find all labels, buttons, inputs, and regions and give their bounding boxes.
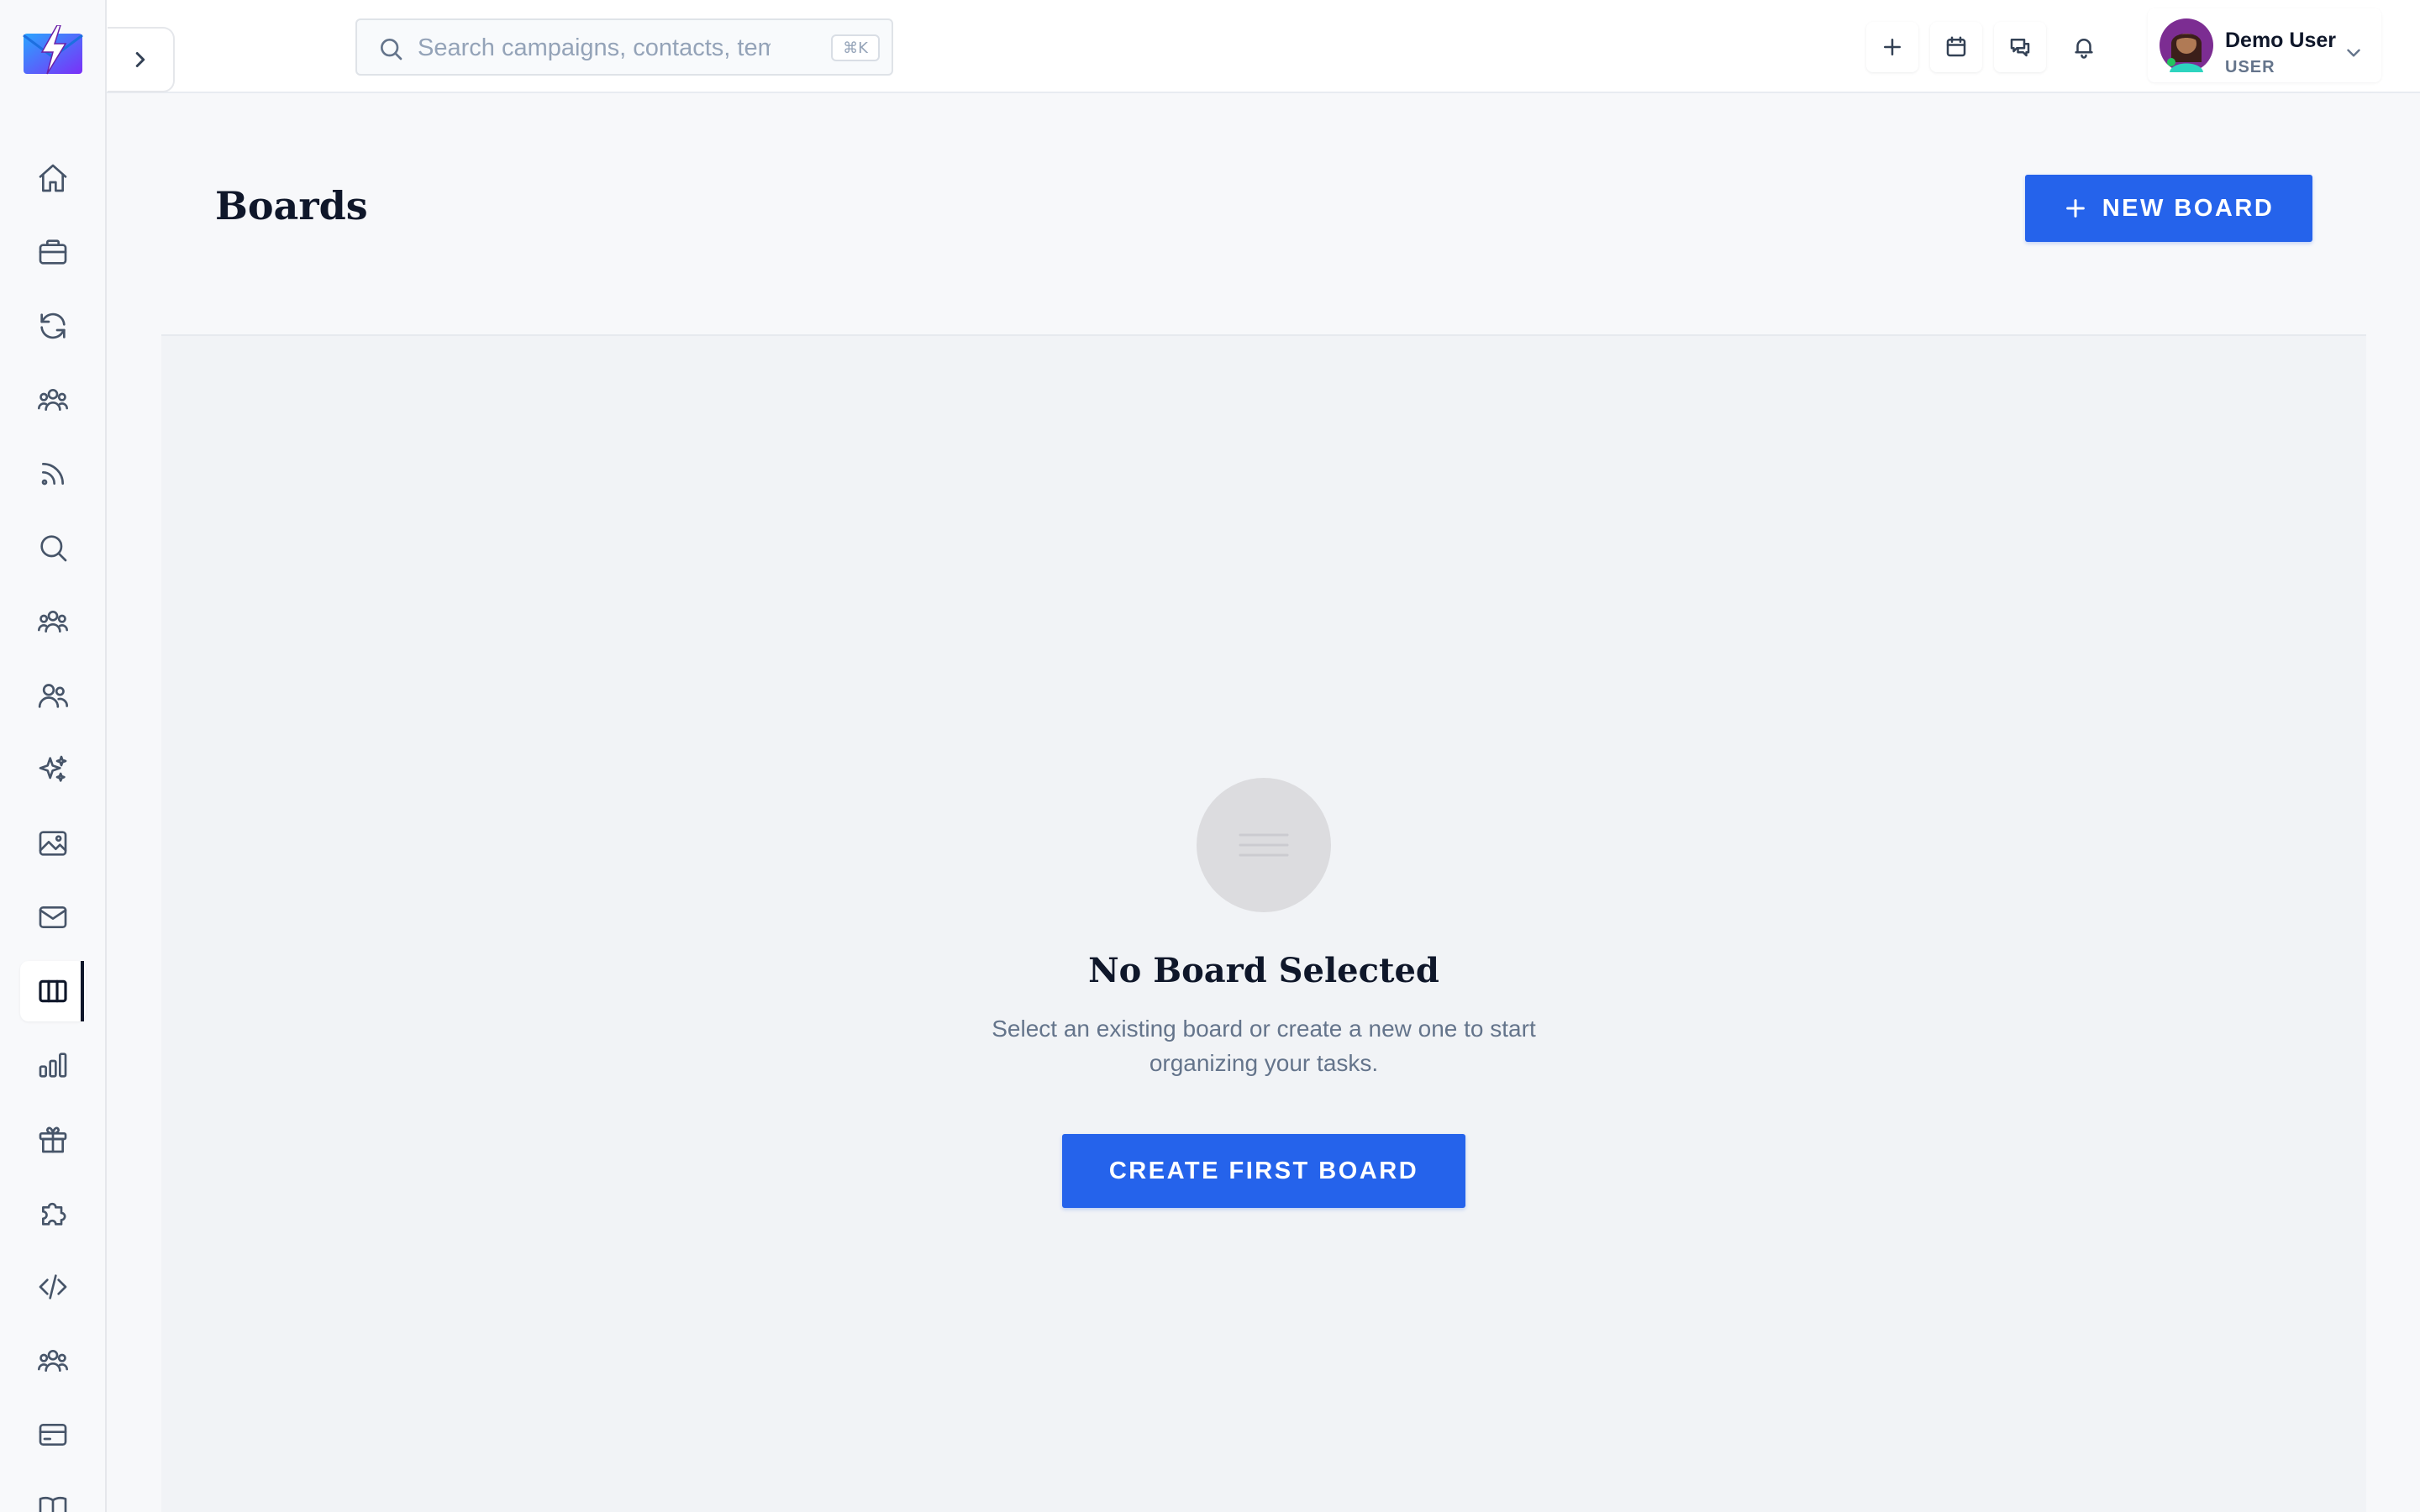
user-name: Demo User xyxy=(2225,29,2336,52)
chevron-right-icon xyxy=(135,52,145,67)
app-logo-icon[interactable] xyxy=(22,25,84,76)
create-first-board-button[interactable]: CREATE FIRST BOARD xyxy=(1062,1134,1465,1208)
mail-icon xyxy=(39,906,67,928)
sidebar-item-contacts[interactable] xyxy=(20,665,86,726)
sidebar-item-billing[interactable] xyxy=(20,1404,86,1465)
quick-add-button[interactable] xyxy=(1866,22,1918,72)
users-group-icon xyxy=(38,1350,68,1372)
sidebar-item-analytics[interactable] xyxy=(20,1035,86,1095)
board-content-panel xyxy=(161,334,2366,1512)
empty-state-title: No Board Selected xyxy=(1088,951,1439,990)
notifications-button[interactable] xyxy=(2058,22,2110,72)
gift-icon xyxy=(39,1126,67,1153)
bar-chart-icon xyxy=(39,1053,67,1078)
credit-card-icon xyxy=(39,1424,67,1446)
calendar-icon xyxy=(1946,36,1966,57)
sparkles-icon xyxy=(39,755,67,782)
sidebar-item-briefcase[interactable] xyxy=(20,222,86,282)
users-group-icon xyxy=(38,611,68,633)
sidebar-item-boards[interactable] xyxy=(20,961,86,1021)
rss-icon xyxy=(41,463,64,486)
user-role: USER xyxy=(2225,58,2275,76)
empty-state-illustration xyxy=(1197,778,1331,912)
users-group-icon xyxy=(38,389,68,411)
page-title: Boards xyxy=(215,183,368,228)
sidebar-item-ai[interactable] xyxy=(20,739,86,800)
avatar xyxy=(2160,18,2213,72)
sidebar-item-integrations[interactable] xyxy=(20,1183,86,1243)
search-icon xyxy=(381,39,402,60)
sidebar-item-docs[interactable] xyxy=(20,1478,86,1512)
puzzle-icon xyxy=(42,1202,66,1226)
chevron-down-icon xyxy=(2347,49,2360,57)
new-board-button[interactable]: NEW BOARD xyxy=(2025,175,2312,242)
users-icon xyxy=(38,684,69,708)
sidebar-item-audience[interactable] xyxy=(20,370,86,430)
book-icon xyxy=(39,1496,67,1512)
sidebar-item-media[interactable] xyxy=(20,813,86,874)
global-search[interactable]: ⌘K xyxy=(355,18,893,76)
sidebar-item-rewards[interactable] xyxy=(20,1109,86,1169)
sidebar-toggle-button[interactable] xyxy=(108,27,175,92)
chat-icon xyxy=(2010,39,2030,57)
sidebar-item-mail[interactable] xyxy=(20,887,86,948)
bell-icon xyxy=(2075,39,2093,59)
new-board-label: NEW BOARD xyxy=(2102,194,2275,222)
plus-icon xyxy=(1884,39,1901,55)
user-menu[interactable]: Demo User USER xyxy=(2148,8,2381,82)
top-bar: ⌘K xyxy=(107,0,2420,93)
menu-lines-icon xyxy=(1239,833,1289,857)
sidebar-item-home[interactable] xyxy=(20,148,86,208)
code-icon xyxy=(39,1274,67,1299)
sidebar-item-refresh[interactable] xyxy=(20,296,86,356)
sidebar-item-groups[interactable] xyxy=(20,591,86,652)
briefcase-icon xyxy=(39,239,67,265)
sidebar-item-feeds[interactable] xyxy=(20,444,86,504)
search-input[interactable] xyxy=(418,27,771,69)
search-icon xyxy=(40,535,67,562)
image-icon xyxy=(39,831,67,856)
active-indicator xyxy=(81,961,84,1021)
refresh-icon xyxy=(40,312,66,339)
empty-state-description: Select an existing board or create a new… xyxy=(992,1016,1536,1076)
plus-icon xyxy=(2065,199,2085,218)
sidebar-item-developer[interactable] xyxy=(20,1257,86,1317)
sidebar-item-team[interactable] xyxy=(20,1331,86,1391)
sidebar-item-search[interactable] xyxy=(20,517,86,578)
kanban-columns-icon xyxy=(39,979,67,1003)
home-icon xyxy=(39,164,67,192)
messages-button[interactable] xyxy=(1994,22,2046,72)
search-shortcut-badge: ⌘K xyxy=(831,34,880,61)
sidebar xyxy=(0,0,107,1512)
calendar-button[interactable] xyxy=(1930,22,1982,72)
